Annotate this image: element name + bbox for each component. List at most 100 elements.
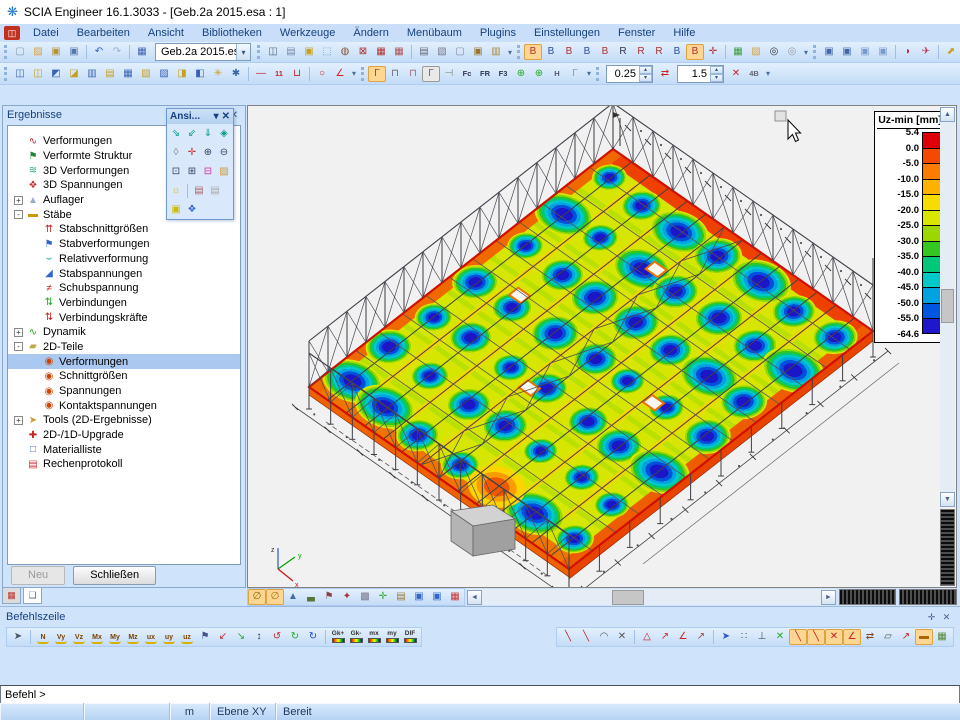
- expand-icon[interactable]: +: [14, 328, 23, 337]
- result-My-button[interactable]: My: [106, 629, 124, 645]
- redo-button[interactable]: ↷: [108, 44, 126, 60]
- snap-4b-button[interactable]: 4B: [745, 66, 763, 82]
- tree-item-schnittgrößen[interactable]: ◉Schnittgrößen: [8, 369, 240, 384]
- add-selection-button[interactable]: B: [560, 44, 578, 60]
- angle-tool-button[interactable]: ∠: [331, 66, 349, 82]
- combo-dropdown-icon[interactable]: ▾: [236, 44, 250, 60]
- export-button[interactable]: ⬈: [942, 44, 960, 60]
- window-cascade-button[interactable]: ▣: [820, 44, 838, 60]
- print-picture-icon[interactable]: ▤: [191, 183, 207, 198]
- filter-selection-button[interactable]: B: [596, 44, 614, 60]
- result-Vz-button[interactable]: Vz: [70, 629, 88, 645]
- horizontal-scroll-thumb[interactable]: [612, 590, 644, 605]
- menu-einstellungen[interactable]: Einstellungen: [525, 25, 609, 41]
- undo-button[interactable]: ↶: [90, 44, 108, 60]
- show-doc-button[interactable]: ▤: [392, 589, 410, 605]
- tree-item-spannungen[interactable]: ◉Spannungen: [8, 384, 240, 399]
- expand-icon[interactable]: +: [14, 196, 23, 205]
- view-palette-titlebar[interactable]: Ansi... ▾ ✕: [167, 109, 233, 124]
- stored-views-icon[interactable]: ▨: [216, 164, 232, 179]
- rotate-view-button[interactable]: ↻: [304, 629, 322, 645]
- workstation-button[interactable]: ◫: [264, 44, 282, 60]
- named-selection-button[interactable]: B: [686, 44, 704, 60]
- toolbar-overflow-icon[interactable]: ▾: [349, 69, 359, 78]
- member-table-button[interactable]: ▦: [119, 66, 137, 82]
- menu-datei[interactable]: Datei: [24, 25, 68, 41]
- drag-mode-button[interactable]: ⊓: [386, 66, 404, 82]
- solid-render-button[interactable]: ▩: [356, 589, 374, 605]
- collapse-icon[interactable]: -: [14, 210, 23, 219]
- snap-endpoint-button[interactable]: ╲: [789, 629, 807, 645]
- bim-toolbox-button[interactable]: ▣: [300, 44, 318, 60]
- previous-selection-button[interactable]: B: [668, 44, 686, 60]
- tree-item-verformungen[interactable]: ◉Verformungen: [8, 354, 240, 369]
- snap-arc-button[interactable]: ◠: [595, 629, 613, 645]
- restore-selection-button[interactable]: R: [632, 44, 650, 60]
- pointer-tool-button[interactable]: ➤: [9, 629, 27, 645]
- project-combobox[interactable]: Geb.2a 2015.esa ▾: [155, 43, 251, 61]
- function-fc-button[interactable]: Fc: [458, 66, 476, 82]
- function-fr-button[interactable]: FR: [476, 66, 494, 82]
- cross-link-button[interactable]: ✳: [209, 66, 227, 82]
- result-Mz-button[interactable]: Mz: [124, 629, 142, 645]
- save-button[interactable]: ▣: [65, 44, 83, 60]
- select-nodes-button[interactable]: B: [542, 44, 560, 60]
- command-panel-close-icon[interactable]: ✕: [939, 610, 954, 624]
- clipboard-picture-icon[interactable]: ▣: [168, 202, 184, 217]
- move-vertical-button[interactable]: ↕: [250, 629, 268, 645]
- tree-item-2d-1d-upgrade[interactable]: ✚2D-/1D-Upgrade: [8, 428, 240, 443]
- column-top-button[interactable]: ⊥: [753, 629, 771, 645]
- menu-hilfe[interactable]: Hilfe: [664, 25, 704, 41]
- toolbar-overflow-icon[interactable]: ▾: [584, 69, 594, 78]
- menu-menübaum[interactable]: Menübaum: [398, 25, 471, 41]
- calculator-button[interactable]: ▢: [451, 44, 469, 60]
- command-input[interactable]: [0, 686, 960, 704]
- spin-down-icon[interactable]: ▾: [639, 74, 652, 82]
- select-beams-button[interactable]: B: [524, 44, 542, 60]
- tree-item-dynamik[interactable]: +∿Dynamik: [8, 325, 240, 340]
- drag-copy-button[interactable]: ⊓: [404, 66, 422, 82]
- snap-intersection-button[interactable]: ✕: [825, 629, 843, 645]
- member-edit-button[interactable]: ▥: [83, 66, 101, 82]
- result-Vy-button[interactable]: Vy: [52, 629, 70, 645]
- vertical-scroll-thumb[interactable]: [941, 289, 954, 323]
- search-67-button[interactable]: ◎: [765, 44, 783, 60]
- tree-item-stabverformungen[interactable]: ⚑Stabverformungen: [8, 237, 240, 252]
- toolbar-grip[interactable]: [813, 45, 816, 59]
- show-supports-button[interactable]: ▲: [284, 589, 302, 605]
- polygon-button[interactable]: ▱: [879, 629, 897, 645]
- palette-close-icon[interactable]: ✕: [222, 111, 230, 122]
- rotate-ccw-button[interactable]: ↺: [268, 629, 286, 645]
- renumber-button[interactable]: ▧: [137, 66, 155, 82]
- layers-button[interactable]: ▤: [282, 44, 300, 60]
- result-ux-button[interactable]: ux: [142, 629, 160, 645]
- tree-item-schubspannung[interactable]: ≠Schubspannung: [8, 281, 240, 296]
- menu-ansicht[interactable]: Ansicht: [139, 25, 193, 41]
- project-window-button[interactable]: ▦: [133, 44, 151, 60]
- activity-button[interactable]: ⬚: [318, 44, 336, 60]
- view-x-icon[interactable]: ⇘: [168, 126, 184, 141]
- snap-perpendicular-button[interactable]: ∠: [843, 629, 861, 645]
- pin-icon[interactable]: ✛: [924, 610, 939, 624]
- color-palette-button[interactable]: ▦: [729, 44, 747, 60]
- view-y-icon[interactable]: ⇙: [184, 126, 200, 141]
- structure-scale-spinner[interactable]: 1.5 ▴▾: [677, 65, 724, 83]
- tree-item-stabspannungen[interactable]: ◢Stabspannungen: [8, 266, 240, 281]
- toolbar-grip[interactable]: [517, 45, 520, 59]
- window-horizontal-button[interactable]: ▣: [856, 44, 874, 60]
- coord-table-button[interactable]: ▦: [933, 629, 951, 645]
- snap-point-button[interactable]: ↗: [692, 629, 710, 645]
- edit-geometry-button[interactable]: ◪: [65, 66, 83, 82]
- star-node-button[interactable]: ✱: [227, 66, 245, 82]
- ruler-button[interactable]: ▬: [915, 629, 933, 645]
- toolbar-overflow-icon[interactable]: ▾: [763, 69, 773, 78]
- result-gk-minus-button[interactable]: Gk-: [347, 629, 365, 645]
- new-project-button[interactable]: ▢: [11, 44, 29, 60]
- view-z-icon[interactable]: ⇓: [200, 126, 216, 141]
- add-node-button[interactable]: ⊕: [530, 66, 548, 82]
- corner-window-on-button[interactable]: Γ: [368, 66, 386, 82]
- view-window-1-button[interactable]: ▣: [410, 589, 428, 605]
- render-mode-button[interactable]: ∅: [266, 589, 284, 605]
- node-table-button[interactable]: ◩: [47, 66, 65, 82]
- show-results-button[interactable]: ▃: [302, 589, 320, 605]
